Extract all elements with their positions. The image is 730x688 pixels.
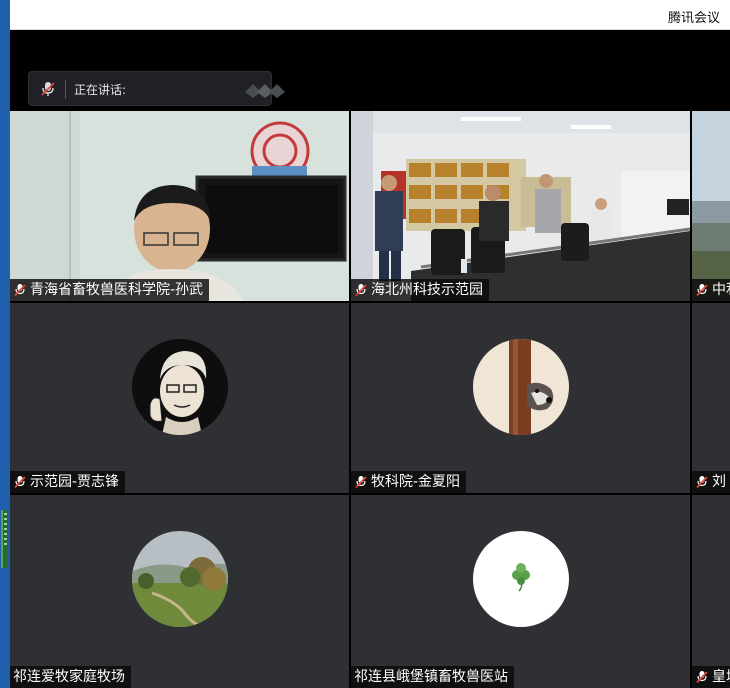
participant-name-tag: 牧科院-金夏阳	[351, 471, 467, 493]
resize-handle[interactable]	[1, 510, 8, 568]
participant-name: 刘	[712, 474, 726, 490]
mic-muted-icon	[14, 476, 26, 489]
video-tile-1[interactable]: 青海省畜牧兽医科学院-孙武	[10, 111, 349, 301]
participant-tile-5[interactable]: 牧科院-金夏阳	[351, 303, 690, 493]
caricature-avatar-image	[132, 339, 228, 435]
mic-muted-icon	[355, 284, 367, 297]
participant-tile-6[interactable]: 刘	[692, 303, 730, 493]
tencent-meeting-logo	[245, 84, 285, 98]
participant-name-tag: 海北州科技示范园	[351, 279, 489, 301]
participant-name: 祁连爱牧家庭牧场	[13, 669, 125, 685]
mic-muted-icon	[696, 476, 708, 489]
mic-muted-icon	[696, 671, 708, 684]
participant-name-tag: 示范园-贾志锋	[10, 471, 126, 493]
dog-peeking-avatar-image	[473, 339, 569, 435]
speaking-label: 正在讲话:	[74, 83, 127, 97]
clover-avatar-image	[473, 531, 569, 627]
participant-name: 示范园-贾志锋	[30, 474, 120, 490]
participant-name-tag: 祁连爱牧家庭牧场	[10, 666, 131, 688]
participant-name: 皇城	[712, 669, 730, 685]
video-feed	[351, 111, 690, 301]
avatar	[132, 339, 228, 435]
participant-name-tag: 中利	[692, 279, 730, 301]
participant-name: 青海省畜牧兽医科学院-孙武	[30, 282, 204, 298]
mic-muted-icon	[14, 284, 26, 297]
video-feed	[10, 111, 349, 301]
participant-name: 牧科院-金夏阳	[371, 474, 461, 490]
participant-name-tag: 青海省畜牧兽医科学院-孙武	[10, 279, 210, 301]
participant-tile-8[interactable]: 祁连县峨堡镇畜牧兽医站	[351, 495, 690, 688]
participant-name: 海北州科技示范园	[371, 282, 483, 298]
avatar	[473, 531, 569, 627]
video-feed	[692, 111, 730, 301]
app-title: 腾讯会议	[667, 11, 720, 26]
participant-name: 中利	[712, 282, 730, 298]
left-edge-strip	[0, 0, 10, 688]
meeting-window: 腾讯会议 正在讲话: 青海省畜牧兽医科学院-孙武 海北州科技示范园 中 示范园-…	[0, 0, 730, 688]
avatar	[473, 339, 569, 435]
participant-tile-7[interactable]: 祁连爱牧家庭牧场	[10, 495, 349, 688]
mic-muted-icon	[355, 476, 367, 489]
participant-tile-9[interactable]: 皇城	[692, 495, 730, 688]
title-bar: 腾讯会议	[10, 0, 730, 30]
participant-name: 祁连县峨堡镇畜牧兽医站	[354, 669, 508, 685]
divider	[65, 80, 66, 99]
landscape-avatar-image	[132, 531, 228, 627]
video-tile-3[interactable]: 中利	[692, 111, 730, 301]
participant-name-tag: 皇城	[692, 666, 730, 688]
participant-name-tag: 祁连县峨堡镇畜牧兽医站	[351, 666, 514, 688]
video-tile-2[interactable]: 海北州科技示范园	[351, 111, 690, 301]
avatar	[132, 531, 228, 627]
mic-muted-icon	[696, 284, 708, 297]
participant-name-tag: 刘	[692, 471, 730, 493]
speaking-indicator: 正在讲话:	[28, 71, 285, 106]
participant-tile-4[interactable]: 示范园-贾志锋	[10, 303, 349, 493]
mic-muted-icon	[41, 82, 55, 96]
